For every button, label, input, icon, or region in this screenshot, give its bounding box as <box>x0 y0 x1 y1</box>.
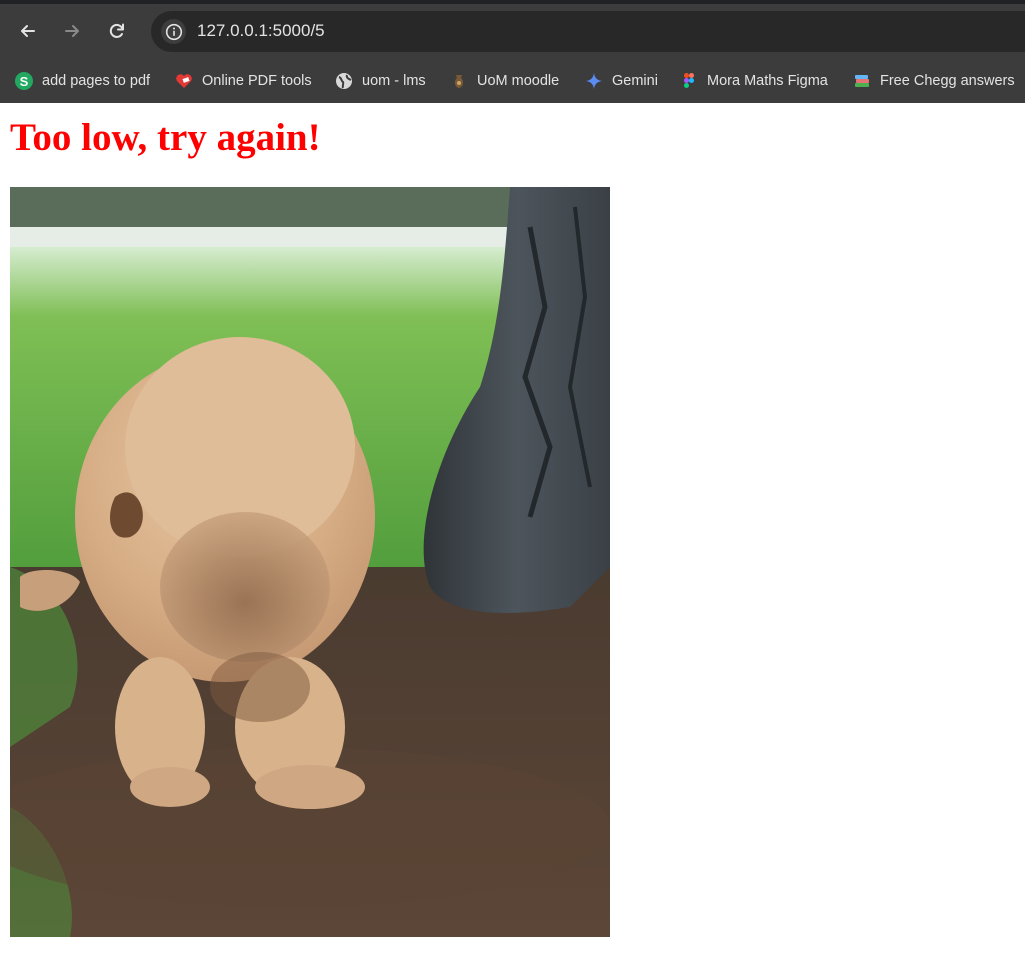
heart-pdf-icon <box>175 72 193 90</box>
arrow-left-icon <box>21 25 35 37</box>
figma-icon <box>680 72 698 90</box>
gemini-sparkle-icon <box>585 72 603 90</box>
bookmark-label: UoM moodle <box>477 73 560 89</box>
svg-text:S: S <box>20 74 29 89</box>
tab-strip-edge <box>0 0 1025 4</box>
bookmark-uom-lms[interactable]: uom - lms <box>335 68 426 94</box>
reload-icon <box>109 23 124 38</box>
bookmark-gemini[interactable]: Gemini <box>585 68 658 94</box>
back-button[interactable] <box>11 14 45 48</box>
bookmark-label: Online PDF tools <box>202 73 312 89</box>
info-icon <box>165 23 182 40</box>
url-text[interactable]: 127.0.0.1:5000/5 <box>197 21 325 41</box>
browser-toolbar: 127.0.0.1:5000/5 <box>0 0 1025 60</box>
bookmark-label: add pages to pdf <box>42 73 151 89</box>
site-info-button[interactable] <box>161 19 186 44</box>
reload-button[interactable] <box>100 14 134 48</box>
forward-button[interactable] <box>55 14 89 48</box>
arrow-right-icon <box>65 25 79 37</box>
bookmark-online-pdf-tools[interactable]: Online PDF tools <box>175 68 312 94</box>
bookmark-label: uom - lms <box>362 73 426 89</box>
bookmark-label: Gemini <box>612 73 658 89</box>
bookmark-add-pages-to-pdf[interactable]: S add pages to pdf <box>15 68 150 94</box>
moodle-icon <box>450 72 468 90</box>
bookmark-label: Mora Maths Figma <box>707 73 828 89</box>
address-bar[interactable]: 127.0.0.1:5000/5 <box>151 11 1025 52</box>
bookmark-free-chegg-answers[interactable]: Free Chegg answers <box>853 68 1015 94</box>
bookmark-label: Free Chegg answers <box>880 73 1015 89</box>
bookmark-mora-maths-figma[interactable]: Mora Maths Figma <box>680 68 828 94</box>
globe-icon <box>335 72 353 90</box>
page-content: Too low, try again! <box>0 103 1025 954</box>
puppy-digging-image <box>10 187 610 937</box>
bookmark-uom-moodle[interactable]: UoM moodle <box>450 68 559 94</box>
bookmarks-bar: S add pages to pdf Online PDF tools uom … <box>0 60 1025 103</box>
books-icon <box>853 72 871 90</box>
browser-chrome: 127.0.0.1:5000/5 S add pages to pdf Onli… <box>0 0 1025 103</box>
s-logo-icon: S <box>15 72 33 90</box>
result-message: Too low, try again! <box>10 116 321 159</box>
